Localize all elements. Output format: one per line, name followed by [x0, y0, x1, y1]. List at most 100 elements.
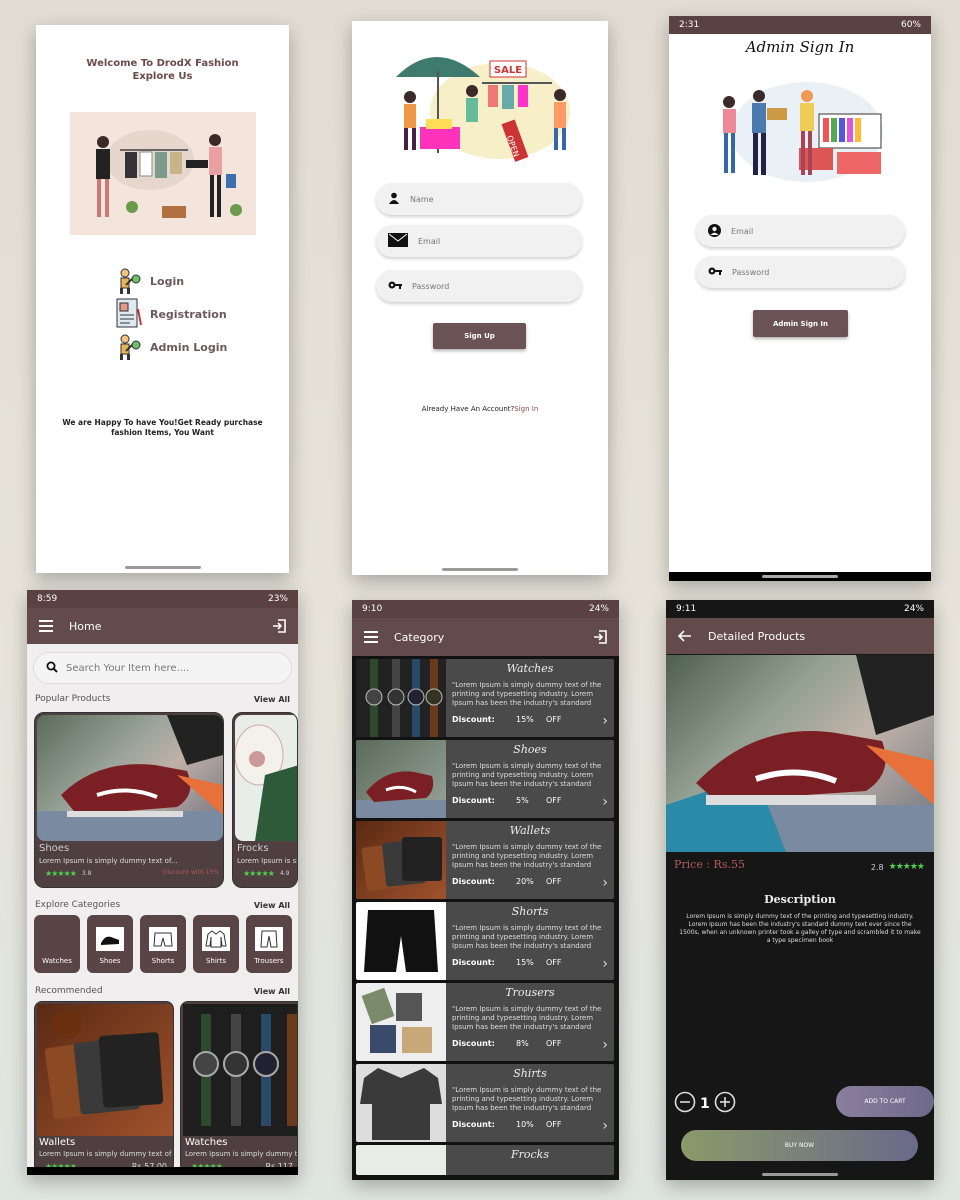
status-bar: 9:10 24%: [352, 600, 619, 618]
menu-registration[interactable]: Registration: [114, 297, 227, 332]
shoe-image: [37, 715, 223, 841]
quantity-stepper: 1: [674, 1091, 736, 1117]
category-row-trousers[interactable]: Trousers "Lorem Ipsum is simply dummy te…: [356, 983, 614, 1061]
rating: ★★★★★ 4.9: [243, 869, 290, 878]
back-arrow-icon[interactable]: [676, 627, 694, 645]
row-desc: "Lorem Ipsum is simply dummy text of the…: [452, 681, 602, 707]
name-field[interactable]: Name: [376, 183, 582, 215]
category-screen: 9:10 24% Category Watches "Lorem Ipsum is…: [352, 600, 619, 1180]
page-title: Category: [394, 630, 445, 644]
explore-categories-header: Explore Categories View All: [35, 900, 290, 910]
key-icon: [708, 266, 722, 278]
menu-icon[interactable]: [362, 628, 380, 646]
shorts-thumb: [149, 927, 177, 951]
row-title: Wallets: [509, 824, 551, 837]
wallet-image: [37, 1004, 173, 1136]
row-desc: "Lorem Ipsum is simply dummy text of the…: [452, 762, 602, 788]
view-all-link[interactable]: View All: [254, 901, 290, 910]
star-rating: ★★★★★: [45, 869, 77, 878]
category-row-wallets[interactable]: Wallets "Lorem Ipsum is simply dummy tex…: [356, 821, 614, 899]
row-desc: "Lorem Ipsum is simply dummy text of the…: [452, 1086, 602, 1112]
category-row-shoes[interactable]: Shoes "Lorem Ipsum is simply dummy text …: [356, 740, 614, 818]
admin-email-field[interactable]: Email: [696, 215, 905, 247]
category-row-shorts[interactable]: Shorts "Lorem Ipsum is simply dummy text…: [356, 902, 614, 980]
plus-icon[interactable]: [714, 1091, 736, 1117]
product-card-shoes[interactable]: Shoes Lorem Ipsum is simply dummy text o…: [34, 712, 224, 888]
envelope-icon: [388, 233, 408, 249]
menu-login[interactable]: Login: [114, 265, 184, 298]
admin-password-field[interactable]: Password: [696, 256, 905, 288]
category-shorts[interactable]: Shorts: [140, 915, 186, 973]
signup-screen: SALE OPEN Name Email Password Sign Up Al…: [352, 21, 608, 575]
admin-sign-in-button[interactable]: Admin Sign In: [753, 310, 848, 337]
description-text: Lorem Ipsum is simply dummy text of the …: [679, 913, 921, 944]
market-illustration: SALE OPEN: [390, 41, 574, 165]
category-row-watches[interactable]: Watches "Lorem Ipsum is simply dummy tex…: [356, 659, 614, 737]
star-rating: ★★★★★: [243, 869, 275, 878]
row-title: Trousers: [505, 986, 555, 999]
password-field[interactable]: Password: [376, 270, 582, 302]
product-name: Wallets: [39, 1137, 76, 1148]
recommended-card-watches[interactable]: Watches Lorem Ipsum is simply dummy text…: [180, 1001, 298, 1173]
logout-icon[interactable]: [591, 628, 609, 646]
category-row-shirts[interactable]: Shirts "Lorem Ipsum is simply dummy text…: [356, 1064, 614, 1142]
signin-prompt: Already Have An Account?Sign In: [421, 405, 539, 413]
logout-icon[interactable]: [270, 617, 288, 635]
discount-value: 10%: [516, 1120, 534, 1129]
product-name: Watches: [185, 1137, 228, 1148]
category-row-frocks[interactable]: Frocks: [356, 1145, 614, 1175]
menu-icon[interactable]: [37, 617, 55, 635]
frock-image: [235, 715, 297, 841]
category-shirts[interactable]: Shirts: [193, 915, 239, 973]
chevron-right-icon[interactable]: ›: [602, 1037, 608, 1053]
home-app-bar: Home: [27, 608, 298, 644]
store-illustration: [711, 74, 887, 186]
discount-label: Discount:: [452, 1039, 495, 1048]
status-bar: 8:59 23%: [27, 590, 298, 608]
detail-app-bar: Detailed Products: [666, 618, 934, 654]
off-label: OFF: [546, 877, 562, 886]
key-icon: [388, 280, 402, 292]
chevron-right-icon[interactable]: ›: [602, 956, 608, 972]
sign-up-button[interactable]: Sign Up: [433, 323, 526, 349]
menu-admin-login[interactable]: Admin Login: [114, 331, 227, 364]
product-rating: 2.8 ★★★★★: [870, 862, 925, 872]
category-shoes[interactable]: Shoes: [87, 915, 133, 973]
chevron-right-icon[interactable]: ›: [602, 875, 608, 891]
row-title: Frocks: [511, 1148, 549, 1161]
view-all-link[interactable]: View All: [254, 695, 290, 704]
status-bar: 9:11 24%: [666, 600, 934, 618]
page-title: Home: [69, 619, 102, 633]
off-label: OFF: [546, 958, 562, 967]
view-all-link[interactable]: View All: [254, 987, 290, 996]
discount-text: Discount with 15%: [162, 869, 219, 876]
recommended-card-wallets[interactable]: Wallets Lorem Ipsum is simply dummy text…: [34, 1001, 174, 1173]
welcome-screen: Welcome To DrodX Fashion Explore Us Logi…: [36, 25, 289, 573]
add-to-cart-button[interactable]: ADD TO CART: [836, 1086, 934, 1117]
category-watches[interactable]: Watches: [34, 915, 80, 973]
trousers-image: [356, 983, 446, 1061]
discount-value: 8%: [516, 1039, 529, 1048]
row-desc: "Lorem Ipsum is simply dummy text of the…: [452, 843, 602, 869]
account-circle-icon: [708, 223, 721, 239]
email-field[interactable]: Email: [376, 225, 582, 257]
sign-in-link[interactable]: Sign In: [514, 405, 538, 413]
chevron-right-icon[interactable]: ›: [602, 713, 608, 729]
admin-signin-screen: 2:31 60% Admin Sign In Email Password Adm…: [669, 16, 931, 581]
chevron-right-icon[interactable]: ›: [602, 1118, 608, 1134]
product-price: Price : Rs.55: [674, 858, 745, 871]
buy-now-button[interactable]: BUY NOW: [681, 1130, 918, 1161]
row-title: Shoes: [513, 743, 547, 756]
person-icon: [388, 192, 400, 206]
chevron-right-icon[interactable]: ›: [602, 794, 608, 810]
minus-icon[interactable]: [674, 1091, 696, 1117]
product-card-frocks[interactable]: Frocks Lorem Ipsum is simply dummy text …: [232, 712, 298, 888]
discount-label: Discount:: [452, 958, 495, 967]
home-indicator: [124, 566, 201, 569]
key-person-icon: [114, 265, 144, 298]
rating: ★★★★★ 3.8: [45, 869, 92, 878]
product-name: Shoes: [39, 843, 70, 854]
star-rating: ★★★★★: [888, 862, 925, 872]
category-trousers[interactable]: Trousers: [246, 915, 292, 973]
search-input[interactable]: Search Your Item here....: [33, 652, 292, 684]
